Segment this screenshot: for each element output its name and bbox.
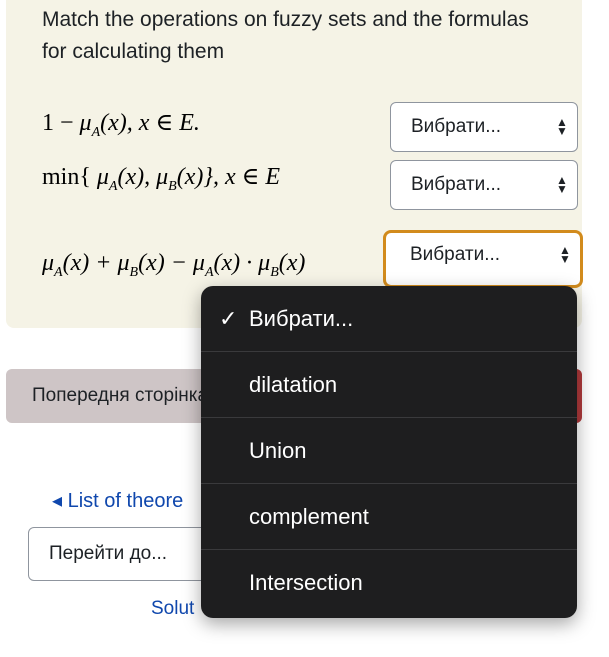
dropdown-option-label: dilatation [249,371,338,397]
dropdown-option-union[interactable]: Union [201,418,577,484]
question-text: Match the operations on fuzzy sets and t… [42,8,529,63]
previous-page-label: Попередня сторінка [32,385,209,406]
updown-chevron-icon: ▲ ▼ [559,243,571,266]
answer-select-3-value: Вибрати... [410,244,501,265]
dropdown-option-label: Вибрати... [249,305,354,331]
formula-complement: 1 − μA(x), x ∈ E. [42,110,200,140]
goto-select-label: Перейти до... [49,543,168,564]
answer-select-2[interactable]: Вибрати... ▲ ▼ [390,160,578,210]
dropdown-option-label: Union [249,437,307,463]
dropdown-option-label: Intersection [249,570,363,595]
dropdown-option-label: complement [249,503,369,529]
answer-select-1-value: Вибрати... [411,116,502,137]
formula-intersection: min{ μA(x), μB(x)}, x ∈ E [42,164,281,194]
updown-chevron-icon: ▲ ▼ [556,173,568,196]
theory-list-link[interactable]: ◂ List of theore [52,488,183,513]
answer-select-3[interactable]: Вибрати... ▲ ▼ [383,230,583,288]
formula-union: μA(x) + μB(x) − μA(x) · μB(x) [42,250,306,280]
dropdown-option-dilatation[interactable]: dilatation [201,352,577,418]
dropdown-option-choose[interactable]: ✓ Вибрати... [201,286,577,352]
answer-select-2-value: Вибрати... [411,174,502,195]
checkmark-icon: ✓ [219,306,238,331]
dropdown-option-complement[interactable]: complement [201,484,577,550]
select-dropdown-menu: ✓ Вибрати... dilatation Union complement… [201,286,577,618]
answer-select-1[interactable]: Вибрати... ▲ ▼ [390,102,578,152]
updown-chevron-icon: ▲ ▼ [556,115,568,138]
dropdown-option-intersection[interactable]: Intersection [201,550,577,616]
solution-link[interactable]: Solut [151,598,194,620]
